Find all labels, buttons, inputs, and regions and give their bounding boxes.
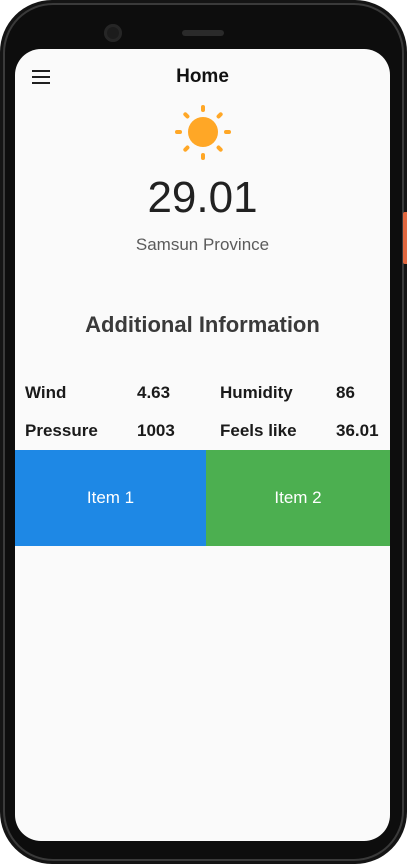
power-button: [403, 212, 407, 264]
app-screen: Home 29.01 Samsun Province Additional In…: [15, 49, 390, 841]
pressure-value: 1003: [137, 421, 175, 440]
wind-value: 4.63: [137, 383, 171, 402]
feels-like-label: Feels like: [220, 421, 297, 440]
earpiece-speaker: [182, 30, 224, 36]
pressure-label: Pressure: [25, 421, 98, 440]
page-title: Home: [176, 66, 229, 87]
item-1-tile[interactable]: Item 1: [15, 450, 206, 546]
phone-frame: Home 29.01 Samsun Province Additional In…: [0, 0, 407, 864]
app-bar: Home: [15, 49, 390, 105]
front-camera: [104, 24, 122, 42]
temperature-value: 29.01: [147, 173, 258, 222]
feels-like-value: 36.01: [336, 421, 379, 440]
wind-label: Wind: [25, 383, 67, 402]
location-name: Samsun Province: [135, 235, 270, 254]
item-2-tile[interactable]: Item 2: [206, 450, 390, 546]
humidity-value: 86: [336, 383, 355, 402]
sun-icon: [175, 105, 231, 160]
humidity-label: Humidity: [220, 383, 293, 402]
additional-info-heading: Additional Information: [85, 312, 320, 337]
